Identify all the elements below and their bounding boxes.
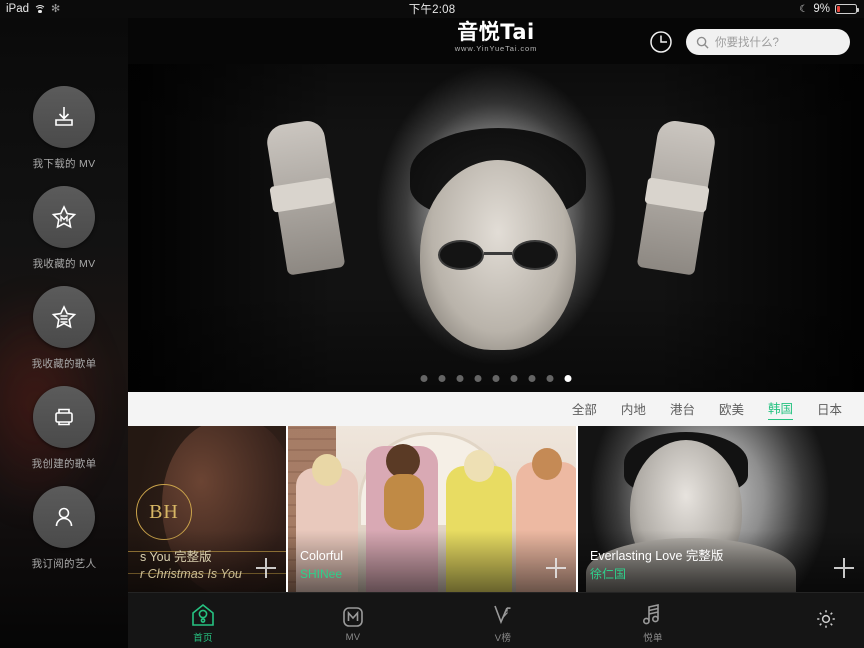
- sidebar-item-downloaded-mv[interactable]: 我下载的 MV: [0, 86, 128, 171]
- card-title: Colorful: [300, 549, 344, 563]
- moon-icon: ☾: [799, 3, 809, 15]
- card-meta: Colorful SHINee: [300, 548, 343, 583]
- sidebar-item-favorite-playlist[interactable]: 我收藏的歌单: [0, 286, 128, 371]
- logo-text: 音悦Tai: [457, 20, 535, 44]
- region-filter-bar: 全部 内地 港台 欧美 韩国 日本: [128, 392, 864, 426]
- nav-item-playlist[interactable]: 悦单: [598, 598, 708, 644]
- status-bar-time: 下午2:08: [408, 4, 456, 16]
- carousel-dot[interactable]: [546, 375, 554, 382]
- card-title: s You 完整版: [140, 550, 212, 564]
- carousel-dot[interactable]: [492, 375, 500, 382]
- mv-card[interactable]: Everlasting Love 完整版 徐仁国: [578, 426, 864, 592]
- nav-item-label: V榜: [494, 633, 512, 644]
- carousel-dot[interactable]: [510, 375, 518, 382]
- region-filter-全部[interactable]: 全部: [572, 399, 597, 420]
- status-bar-left: iPad ✻: [0, 3, 200, 15]
- nav-item-label: 悦单: [643, 633, 663, 644]
- region-filter-港台[interactable]: 港台: [670, 399, 695, 420]
- logo-subtext: www.YinYueTai.com: [454, 44, 538, 53]
- carousel-dot[interactable]: [438, 375, 446, 382]
- card-artist: SHINee: [300, 567, 343, 581]
- nav-item-label: 首页: [193, 633, 213, 644]
- search-icon: [696, 36, 709, 49]
- home-icon: [148, 598, 258, 628]
- star-list-icon: [33, 286, 95, 348]
- download-icon: [33, 86, 95, 148]
- app-logo: 音悦Tai www.YinYueTai.com: [455, 21, 538, 53]
- carousel-dot[interactable]: [456, 375, 464, 382]
- region-filter-日本[interactable]: 日本: [817, 399, 842, 420]
- nav-item-home[interactable]: 首页: [148, 598, 258, 644]
- region-filter-韩国[interactable]: 韩国: [767, 398, 793, 420]
- nav-item-mv[interactable]: MV: [298, 600, 408, 643]
- nav-item-label: MV: [345, 631, 361, 643]
- carousel-dot[interactable]: [474, 375, 482, 382]
- mv-card[interactable]: BH s You 完整版 r Christmas Is You: [128, 426, 288, 592]
- carousel-dot[interactable]: [528, 375, 536, 382]
- gear-icon: [817, 610, 835, 628]
- bottom-nav-items: 首页 MV V榜 悦单: [128, 593, 728, 648]
- bottom-nav: 首页 MV V榜 悦单: [128, 592, 864, 648]
- mv-icon: [298, 600, 408, 630]
- settings-button[interactable]: [814, 607, 838, 631]
- mv-card-row: BH s You 完整版 r Christmas Is You Colorful…: [128, 426, 864, 592]
- carousel-dot[interactable]: [564, 375, 572, 382]
- nav-item-vchart[interactable]: V榜: [448, 598, 558, 644]
- hero-carousel[interactable]: [128, 64, 864, 392]
- sidebar-item-label: 我订阅的艺人: [31, 558, 97, 570]
- vchart-icon: [448, 598, 558, 628]
- card-meta: Everlasting Love 完整版 徐仁国: [590, 548, 723, 583]
- sidebar-item-label: 我创建的歌单: [31, 458, 97, 470]
- wifi-icon: [34, 4, 47, 14]
- card-subtitle: r Christmas Is You: [140, 567, 242, 581]
- battery-low-icon: [835, 4, 859, 14]
- plus-icon[interactable]: [546, 558, 566, 578]
- region-filter-内地[interactable]: 内地: [621, 399, 646, 420]
- status-bar: iPad ✻ 下午2:08 ☾ 9%: [0, 0, 864, 18]
- sidebar-item-label: 我下载的 MV: [32, 158, 96, 170]
- history-button[interactable]: [648, 29, 674, 55]
- sidebar-item-favorite-mv[interactable]: 我收藏的 MV: [0, 186, 128, 271]
- status-bar-right: ☾ 9%: [664, 3, 864, 15]
- star-mv-icon: [33, 186, 95, 248]
- search-input[interactable]: 你要找什么?: [686, 29, 850, 55]
- card-meta: s You 完整版 r Christmas Is You: [140, 549, 242, 583]
- top-bar: 音悦Tai www.YinYueTai.com 你要找什么?: [128, 18, 864, 64]
- plus-icon[interactable]: [256, 558, 276, 578]
- sidebar-item-label: 我收藏的歌单: [31, 358, 97, 370]
- device-name: iPad: [6, 3, 30, 15]
- app-root: iPad ✻ 下午2:08 ☾ 9% 我下载的 MV 我收藏的 MV 我收藏的歌…: [0, 0, 864, 648]
- search-placeholder: 你要找什么?: [715, 37, 779, 49]
- carousel-dot[interactable]: [420, 375, 428, 382]
- playlist-icon: [598, 598, 708, 628]
- battery-percent: 9%: [813, 3, 830, 15]
- card-title: Everlasting Love 完整版: [590, 549, 724, 563]
- region-filter-欧美[interactable]: 欧美: [719, 399, 744, 420]
- mv-card[interactable]: Colorful SHINee: [288, 426, 578, 592]
- plus-icon[interactable]: [834, 558, 854, 578]
- sidebar-item-label: 我收藏的 MV: [32, 258, 96, 270]
- sidebar-item-subscribed-artists[interactable]: 我订阅的艺人: [0, 486, 128, 571]
- create-list-icon: [33, 386, 95, 448]
- hero-decor: [438, 240, 558, 270]
- sidebar-item-created-playlist[interactable]: 我创建的歌单: [0, 386, 128, 471]
- activity-spinner-icon: ✻: [51, 2, 61, 15]
- card-artist: 徐仁国: [590, 567, 627, 581]
- carousel-dots[interactable]: [420, 375, 572, 382]
- person-icon: [33, 486, 95, 548]
- sidebar: 我下载的 MV 我收藏的 MV 我收藏的歌单 我创建的歌单 我订阅的艺人: [0, 18, 128, 648]
- main-content: 音悦Tai www.YinYueTai.com 你要找什么? 全部 内地 港台 …: [128, 18, 864, 648]
- clock-icon: [650, 31, 672, 53]
